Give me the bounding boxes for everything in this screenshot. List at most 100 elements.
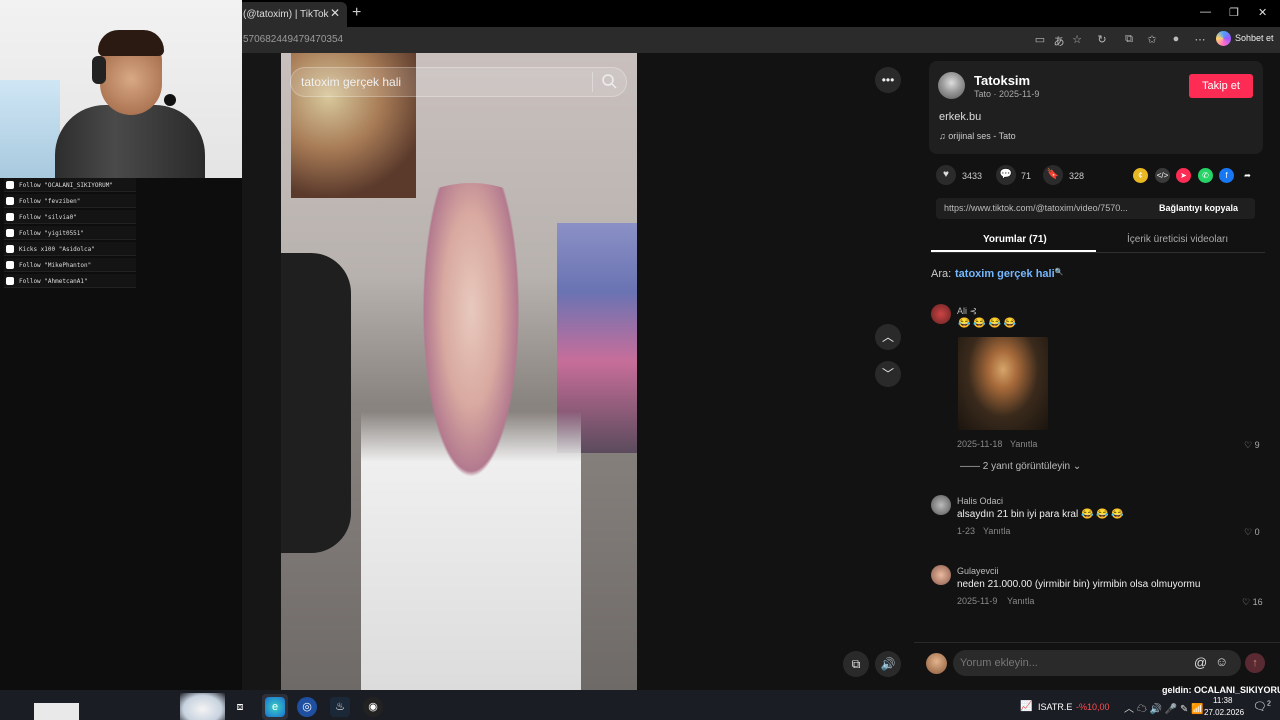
comment-count: 71 — [1021, 171, 1032, 181]
notifications-icon[interactable]: 🗨2 — [1253, 700, 1271, 713]
copilot-chat-button[interactable]: Sohbet et — [1216, 31, 1274, 49]
previous-video-chevron-up-icon[interactable]: ︿ — [875, 324, 901, 350]
reply-button[interactable]: Yanıtla — [983, 526, 1010, 536]
like-heart-icon[interactable]: ♥ — [936, 165, 956, 185]
comment-username[interactable]: Gulayevcii — [957, 566, 999, 576]
alert-item: Follow "AhmetcanA1" — [4, 274, 136, 288]
alert-item: Follow "MikePhanton" — [4, 258, 136, 272]
alert-item: Follow "silvia0" — [4, 210, 136, 224]
task-view-icon[interactable]: ⧈ — [230, 697, 250, 717]
next-video-chevron-down-icon[interactable]: ﹀ — [875, 361, 901, 387]
comment-image[interactable] — [958, 337, 1048, 430]
volume-icon[interactable]: 🔊 — [875, 651, 901, 677]
music-info[interactable]: ♫ orijinal ses - Tato — [939, 131, 1016, 141]
emoji-icon[interactable]: ☺ — [1215, 654, 1228, 669]
share-link-url[interactable]: https://www.tiktok.com/@tatoxim/video/75… — [944, 203, 1147, 213]
system-tray-icons[interactable]: ︿ ☁ 🔊 🎤 ✎ 📶 — [1124, 700, 1204, 715]
collections-icon[interactable]: ✩ — [1145, 33, 1159, 47]
whatsapp-icon[interactable]: ✆ — [1198, 168, 1213, 183]
send-share-icon[interactable]: ➤ — [1176, 168, 1191, 183]
comment-text: alsaydın 21 bin iyi para kral 😂 😂 😂 — [957, 509, 1124, 520]
taskbar-search[interactable] — [34, 703, 79, 720]
comment-like[interactable]: ♡ 9 — [1244, 440, 1260, 451]
author-avatar[interactable] — [938, 72, 965, 99]
favorite-star-icon[interactable]: ☆ — [1070, 33, 1084, 47]
comment-like[interactable]: ♡ 16 — [1242, 597, 1263, 608]
edge-icon[interactable]: e — [265, 697, 285, 717]
comment-date: 1-23 — [957, 526, 976, 536]
search-input-value: tatoxim gerçek hali — [301, 75, 402, 89]
extensions-icon[interactable]: ⧉ — [1122, 33, 1136, 47]
follow-icon — [6, 277, 14, 285]
app-icon[interactable]: ◎ — [297, 697, 317, 717]
taskbar-search-highlight — [180, 693, 225, 720]
tab-comments[interactable]: Yorumlar (71) — [983, 234, 1047, 245]
obs-icon[interactable]: ◉ — [363, 697, 383, 717]
url-text[interactable]: 570682449479470354 — [243, 34, 343, 45]
reply-button[interactable]: Yanıtla — [1007, 596, 1034, 606]
maximize-button[interactable]: ❐ — [1229, 6, 1239, 19]
alert-text: Follow "fevziben" — [19, 198, 81, 205]
save-count: 328 — [1069, 171, 1085, 181]
new-tab-button[interactable]: + — [352, 4, 361, 22]
comment-date: 2025-11-9 — [957, 596, 998, 606]
video-description: erkek.bu — [939, 111, 982, 123]
ticker-name[interactable]: ISATR.E — [1038, 702, 1072, 712]
follow-button[interactable]: Takip et — [1189, 74, 1253, 98]
bookmark-icon[interactable]: 🔖 — [1043, 165, 1063, 185]
comment-icon[interactable]: 💬 — [996, 165, 1016, 185]
comment-like[interactable]: ♡ 0 — [1244, 527, 1260, 538]
reply-button[interactable]: Yanıtla — [1010, 439, 1037, 449]
copy-link-button[interactable]: Bağlantıyı kopyala — [1159, 203, 1238, 213]
comment-avatar[interactable] — [931, 565, 951, 585]
facebook-icon[interactable]: f — [1219, 168, 1234, 183]
minimize-button[interactable]: — — [1200, 6, 1211, 18]
comment-username[interactable]: Halis Odaci — [957, 496, 1003, 506]
streamer-webcam — [0, 0, 242, 178]
more-options-icon[interactable]: ••• — [875, 67, 901, 93]
refresh-icon[interactable]: ↻ — [1095, 33, 1109, 47]
notification-count: 2 — [1266, 700, 1271, 708]
translate-icon[interactable]: あ — [1052, 33, 1066, 48]
close-window-button[interactable]: ✕ — [1258, 6, 1267, 19]
tab-creator-videos[interactable]: İçerik üreticisi videoları — [1127, 234, 1228, 245]
related-search-icon: 🔍 — [1054, 269, 1064, 276]
steam-icon[interactable]: ♨ — [330, 697, 350, 717]
clock-time[interactable]: 11:38 — [1213, 696, 1232, 705]
headset-icon — [92, 56, 106, 84]
send-comment-button[interactable]: ↑ — [1245, 653, 1265, 673]
share-arrow-icon[interactable]: ➦ — [1240, 168, 1255, 183]
author-name[interactable]: Tatoksim — [974, 73, 1030, 88]
comment-avatar[interactable] — [931, 495, 951, 515]
tab-close-icon[interactable]: ✕ — [330, 6, 340, 20]
comment-text: neden 21.000.00 (yirmibir bin) yirmibin … — [957, 579, 1201, 590]
video-chair — [281, 253, 351, 553]
profile-icon[interactable]: ● — [1169, 33, 1183, 47]
view-replies-button[interactable]: —— 2 yanıt görüntüleyin ⌄ — [960, 461, 1081, 472]
comment-heart-icon: ♡ — [1244, 527, 1255, 537]
music-title: orijinal ses - Tato — [948, 131, 1016, 141]
follow-icon — [6, 197, 14, 205]
search-icon[interactable] — [601, 73, 617, 89]
comment-like-count: 0 — [1254, 527, 1260, 537]
related-search-link[interactable]: tatoxim gerçek hali🔍 — [955, 268, 1063, 280]
follow-icon — [6, 229, 14, 237]
clock-date[interactable]: 27.02.2026 — [1204, 708, 1244, 717]
comment-avatar[interactable] — [931, 304, 951, 324]
embed-code-icon[interactable]: </> — [1155, 168, 1170, 183]
search-divider — [592, 72, 593, 92]
pip-icon[interactable]: ⧉ — [843, 651, 869, 677]
more-menu-icon[interactable]: ⋯ — [1193, 33, 1207, 47]
video-player[interactable] — [281, 53, 637, 690]
split-screen-icon[interactable]: ▭ — [1033, 33, 1047, 47]
ticker-value: -%10,00 — [1076, 702, 1110, 712]
comment-username[interactable]: Ali ⊰ — [957, 306, 977, 317]
comment-heart-icon: ♡ — [1244, 440, 1255, 450]
alert-item: Follow "fevziben" — [4, 194, 136, 208]
copilot-icon — [1216, 31, 1231, 46]
related-search-label: Ara: — [931, 268, 952, 280]
tab-divider — [931, 252, 1265, 253]
stream-marquee: geldin: OCALANI_SIKIYORUM — [1162, 685, 1280, 695]
coin-share-icon[interactable]: ¢ — [1133, 168, 1148, 183]
mention-icon[interactable]: @ — [1194, 655, 1207, 670]
